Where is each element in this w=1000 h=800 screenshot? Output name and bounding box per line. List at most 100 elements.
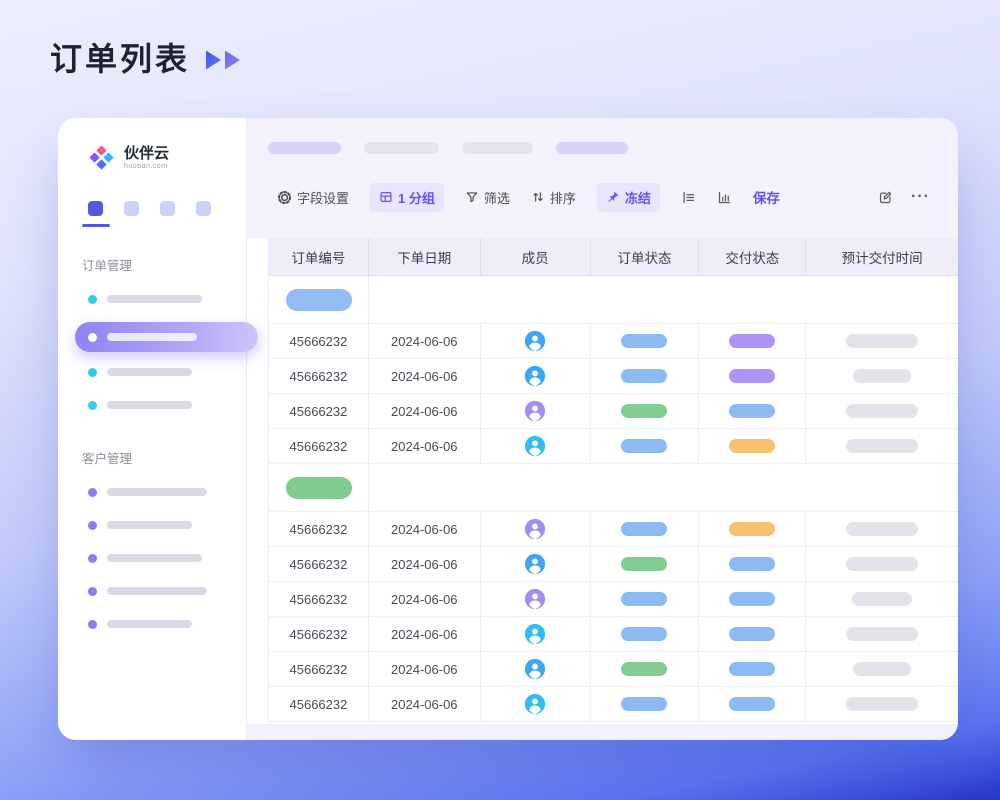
item-dot — [88, 587, 97, 596]
table-row[interactable]: 456662322024-06-06 — [268, 359, 958, 394]
app-logo[interactable]: 伙伴云 huoban.com — [88, 144, 246, 171]
sidebar-item[interactable] — [58, 477, 246, 507]
order-status-cell — [591, 547, 700, 581]
item-dot — [88, 401, 97, 410]
order-no-cell: 45666232 — [269, 324, 369, 358]
group-header-row[interactable] — [268, 276, 958, 324]
delivery-status-pill — [729, 557, 775, 571]
order-status-pill — [621, 662, 667, 676]
save-button[interactable]: 保存 — [753, 187, 780, 207]
group-header-row[interactable] — [268, 464, 958, 512]
sidebar-item[interactable] — [58, 390, 246, 420]
table-row[interactable]: 456662322024-06-06 — [268, 394, 958, 429]
table-row[interactable]: 456662322024-06-06 — [268, 429, 958, 464]
order-date-cell: 2024-06-06 — [369, 394, 481, 428]
group-button[interactable]: 1 分组 — [370, 183, 444, 212]
order-date-cell: 2024-06-06 — [369, 512, 481, 546]
table-header: 订单编号下单日期成员订单状态交付状态预计交付时间 — [268, 238, 958, 276]
delivery-status-pill — [729, 627, 775, 641]
sidebar-item[interactable] — [58, 284, 246, 314]
column-header[interactable]: 下单日期 — [369, 238, 481, 275]
member-cell — [481, 324, 591, 358]
logo-name: 伙伴云 — [124, 145, 169, 162]
delivery-time-cell — [806, 652, 958, 686]
table-row[interactable]: 456662322024-06-06 — [268, 652, 958, 687]
sidebar-item[interactable] — [58, 576, 246, 606]
freeze-button[interactable]: 冻结 — [597, 183, 660, 212]
member-avatar-icon — [524, 365, 546, 387]
sidebar-tab[interactable] — [196, 201, 211, 216]
row-height-icon — [681, 190, 696, 205]
member-cell — [481, 687, 591, 721]
delivery-status-cell — [699, 617, 806, 651]
sidebar-section: 订单管理 — [58, 255, 246, 420]
column-header[interactable]: 预计交付时间 — [806, 238, 958, 275]
item-skeleton-bar — [107, 620, 192, 628]
table-row[interactable]: 456662322024-06-06 — [268, 582, 958, 617]
table-row[interactable]: 456662322024-06-06 — [268, 512, 958, 547]
time-placeholder-pill — [846, 334, 918, 348]
column-header[interactable]: 成员 — [481, 238, 591, 275]
skeleton-bar — [268, 142, 341, 154]
column-header[interactable]: 订单状态 — [591, 238, 700, 275]
member-cell — [481, 652, 591, 686]
item-skeleton-bar — [107, 401, 192, 409]
page-title: 订单列表 — [50, 34, 190, 80]
chart-button[interactable] — [717, 190, 732, 205]
sidebar-item[interactable] — [58, 609, 246, 639]
sort-button[interactable]: 排序 — [531, 188, 576, 207]
sidebar-tab[interactable] — [160, 201, 175, 216]
table-row[interactable]: 456662322024-06-06 — [268, 617, 958, 652]
sidebar-tab-active[interactable] — [88, 201, 103, 216]
item-dot — [88, 295, 97, 304]
toolbar-left-group: 字段设置 1 分组 筛选 — [277, 183, 780, 212]
order-status-cell — [591, 617, 700, 651]
delivery-time-cell — [806, 394, 958, 428]
sidebar-item[interactable] — [58, 543, 246, 573]
table-row[interactable]: 456662322024-06-06 — [268, 324, 958, 359]
table-row[interactable]: 456662322024-06-06 — [268, 687, 958, 722]
order-status-cell — [591, 652, 700, 686]
skeleton-toolbar — [268, 142, 628, 154]
delivery-status-pill — [729, 697, 775, 711]
column-header[interactable]: 订单编号 — [269, 238, 369, 275]
sort-label: 排序 — [550, 188, 576, 207]
sidebar-tab[interactable] — [124, 201, 139, 216]
triangle-icon — [225, 51, 240, 70]
delivery-status-cell — [699, 359, 806, 393]
filter-button[interactable]: 筛选 — [465, 188, 510, 207]
order-status-cell — [591, 687, 700, 721]
order-date-cell: 2024-06-06 — [369, 617, 481, 651]
member-avatar-icon — [524, 658, 546, 680]
filter-funnel-icon — [465, 190, 479, 204]
order-status-cell — [591, 429, 700, 463]
table-row[interactable]: 456662322024-06-06 — [268, 547, 958, 582]
skeleton-bar — [462, 142, 533, 154]
order-date-cell: 2024-06-06 — [369, 324, 481, 358]
column-header[interactable]: 交付状态 — [699, 238, 806, 275]
order-no-cell: 45666232 — [269, 359, 369, 393]
order-no-cell: 45666232 — [269, 394, 369, 428]
group-grid-icon — [379, 190, 393, 204]
member-cell — [481, 359, 591, 393]
sidebar-item[interactable] — [58, 357, 246, 387]
sidebar: 伙伴云 huoban.com 订单管理 客户管理 — [58, 118, 247, 740]
field-settings-button[interactable]: 字段设置 — [277, 188, 349, 207]
app-window: 伙伴云 huoban.com 订单管理 客户管理 — [58, 118, 958, 740]
edit-button[interactable] — [878, 190, 893, 205]
sidebar-item-active[interactable] — [75, 322, 258, 352]
row-height-button[interactable] — [681, 190, 696, 205]
bar-chart-icon — [717, 190, 732, 205]
member-avatar-icon — [524, 553, 546, 575]
order-no-cell: 45666232 — [269, 512, 369, 546]
item-dot — [88, 488, 97, 497]
active-tab-underline — [82, 224, 110, 227]
delivery-time-cell — [806, 547, 958, 581]
member-avatar-icon — [524, 623, 546, 645]
more-button[interactable]: ··· — [911, 188, 930, 206]
sidebar-item[interactable] — [58, 510, 246, 540]
section-items — [58, 284, 246, 420]
delivery-time-cell — [806, 582, 958, 616]
order-date-cell: 2024-06-06 — [369, 652, 481, 686]
order-status-cell — [591, 359, 700, 393]
